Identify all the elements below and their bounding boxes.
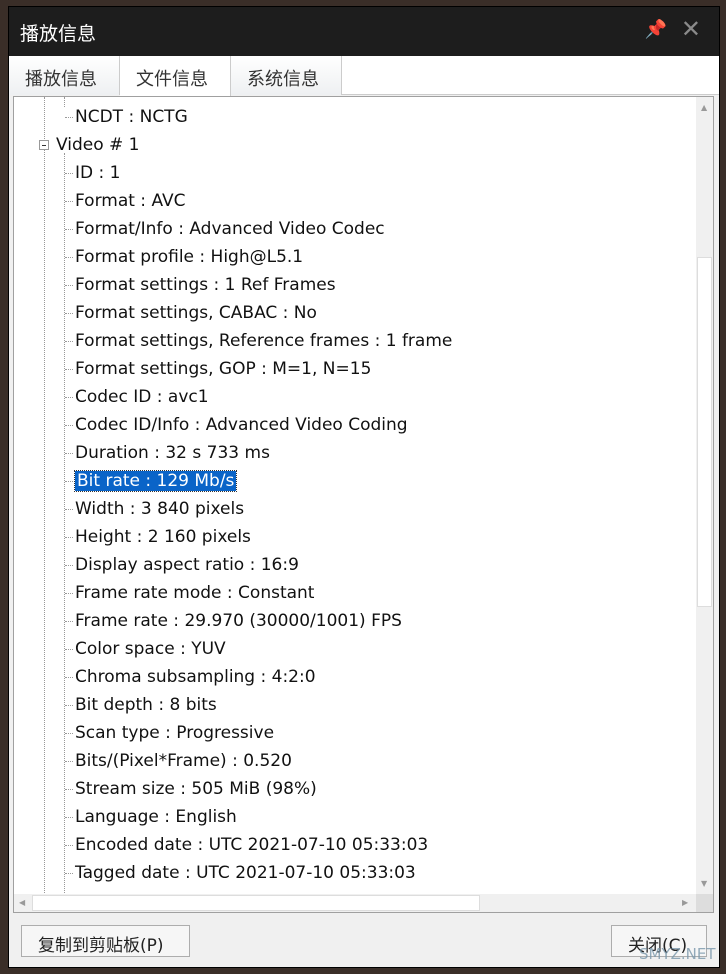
media-info-dialog: 播放信息 📌 ✕ 播放信息 文件信息 系统信息 NCDT : NCTG Vide… bbox=[8, 6, 720, 968]
scroll-right-icon[interactable]: ▶ bbox=[682, 898, 688, 907]
tree-item[interactable]: ID : 1 bbox=[75, 160, 120, 186]
tree-item[interactable]: Frame rate mode : Constant bbox=[75, 580, 314, 606]
tree-item-label: Format settings, CABAC : No bbox=[75, 303, 317, 323]
horizontal-scrollbar[interactable]: ◀ ▶ bbox=[14, 894, 698, 912]
tree-item-label: Tagged date : UTC 2021-07-10 05:33:03 bbox=[75, 863, 416, 883]
tree-item[interactable]: Bit rate : 129 Mb/s bbox=[73, 468, 238, 494]
scroll-left-icon[interactable]: ◀ bbox=[19, 898, 25, 907]
tree-item-label: Frame rate mode : Constant bbox=[75, 583, 315, 603]
tree-item[interactable]: Encoded date : UTC 2021-07-10 05:33:03 bbox=[75, 832, 428, 858]
tree-item[interactable]: NCDT : NCTG bbox=[75, 104, 188, 130]
scroll-down-icon[interactable]: ▼ bbox=[701, 879, 707, 888]
tree-item-label: Color space : YUV bbox=[75, 639, 226, 659]
tree-item[interactable]: Stream size : 505 MiB (98%) bbox=[75, 776, 317, 802]
tree-item-label: Bit rate : 129 Mb/s bbox=[73, 470, 238, 492]
pin-icon[interactable]: 📌 bbox=[645, 19, 667, 40]
tree-item-label: Format profile : High@L5.1 bbox=[75, 247, 304, 267]
tree-item[interactable]: Scan type : Progressive bbox=[75, 720, 274, 746]
tree-item-label: Frame rate : 29.970 (30000/1001) FPS bbox=[75, 611, 402, 631]
title-bar: 播放信息 📌 ✕ bbox=[9, 7, 719, 56]
tree-item-label: Width : 3 840 pixels bbox=[75, 499, 245, 519]
tree-item[interactable]: Duration : 32 s 733 ms bbox=[75, 440, 270, 466]
close-icon[interactable]: ✕ bbox=[681, 15, 701, 43]
tree-item-label: Chroma subsampling : 4:2:0 bbox=[75, 667, 316, 687]
horizontal-scroll-thumb[interactable] bbox=[32, 895, 480, 911]
tree-item[interactable]: Format : AVC bbox=[75, 188, 185, 214]
tree-item[interactable]: Height : 2 160 pixels bbox=[75, 524, 251, 550]
tree-item[interactable]: Codec ID/Info : Advanced Video Coding bbox=[75, 412, 408, 438]
tree-item-label: Format settings : 1 Ref Frames bbox=[75, 275, 336, 295]
tree-item-label: Format : AVC bbox=[75, 191, 186, 211]
tree-item-label: Format settings, GOP : M=1, N=15 bbox=[75, 359, 372, 379]
scroll-corner bbox=[696, 894, 713, 912]
tab-file-info[interactable]: 文件信息 bbox=[120, 56, 231, 96]
tree-item-label: Bits/(Pixel*Frame) : 0.520 bbox=[75, 751, 292, 771]
tree-item-label: Format settings, Reference frames : 1 fr… bbox=[75, 331, 453, 351]
tree-item-label: Format/Info : Advanced Video Codec bbox=[75, 219, 385, 239]
tree-item[interactable]: Format settings : 1 Ref Frames bbox=[75, 272, 336, 298]
collapse-icon[interactable] bbox=[39, 140, 49, 150]
tab-playback-info[interactable]: 播放信息 bbox=[9, 56, 120, 95]
tree-item[interactable]: Format profile : High@L5.1 bbox=[75, 244, 303, 270]
info-tree[interactable]: NCDT : NCTG Video # 1 ID : 1 Format : AVC… bbox=[13, 96, 714, 913]
tree-item-label: Duration : 32 s 733 ms bbox=[75, 443, 270, 463]
tree-item[interactable]: Codec ID : avc1 bbox=[75, 384, 209, 410]
scroll-up-icon[interactable]: ▲ bbox=[701, 103, 707, 112]
tree-item[interactable]: Language : English bbox=[75, 804, 237, 830]
tree-item[interactable]: Tagged date : UTC 2021-07-10 05:33:03 bbox=[75, 860, 416, 886]
tree-item-label: Stream size : 505 MiB (98%) bbox=[75, 779, 317, 799]
tree-item-label: Bit depth : 8 bits bbox=[75, 695, 217, 715]
tree-item-label: ID : 1 bbox=[75, 163, 121, 183]
tree-item-label: Codec ID/Info : Advanced Video Coding bbox=[75, 415, 408, 435]
tree-item-label: Height : 2 160 pixels bbox=[75, 527, 251, 547]
tree-item[interactable]: Format settings, CABAC : No bbox=[75, 300, 317, 326]
tree-item-label: Encoded date : UTC 2021-07-10 05:33:03 bbox=[75, 835, 429, 855]
tree-group-video[interactable]: Video # 1 bbox=[56, 132, 140, 158]
tree-item[interactable]: Display aspect ratio : 16:9 bbox=[75, 552, 299, 578]
tree-item-label: Display aspect ratio : 16:9 bbox=[75, 555, 299, 575]
tree-item[interactable]: Frame rate : 29.970 (30000/1001) FPS bbox=[75, 608, 402, 634]
window-title: 播放信息 bbox=[20, 23, 97, 45]
tree-item[interactable]: Color space : YUV bbox=[75, 636, 226, 662]
watermark: SMYZ.NET bbox=[639, 945, 716, 963]
vertical-scroll-thumb[interactable] bbox=[697, 257, 712, 607]
tree-item[interactable]: Width : 3 840 pixels bbox=[75, 496, 244, 522]
tab-system-info[interactable]: 系统信息 bbox=[231, 56, 342, 95]
tab-bar: 播放信息 文件信息 系统信息 bbox=[9, 56, 719, 96]
tree-item-label: Language : English bbox=[75, 807, 237, 827]
copy-to-clipboard-button[interactable]: 复制到剪贴板(P) bbox=[21, 925, 190, 957]
tree-item[interactable]: Bits/(Pixel*Frame) : 0.520 bbox=[75, 748, 292, 774]
tree-item[interactable]: Chroma subsampling : 4:2:0 bbox=[75, 664, 316, 690]
tree-item[interactable]: Format settings, Reference frames : 1 fr… bbox=[75, 328, 452, 354]
tree-item[interactable]: Format settings, GOP : M=1, N=15 bbox=[75, 356, 371, 382]
tree-item-label: Scan type : Progressive bbox=[75, 723, 275, 743]
vertical-scrollbar[interactable]: ▲ ▼ bbox=[696, 97, 713, 895]
tree-item-label: Codec ID : avc1 bbox=[75, 387, 209, 407]
tree-item[interactable]: Bit depth : 8 bits bbox=[75, 692, 217, 718]
tree-item[interactable]: Format/Info : Advanced Video Codec bbox=[75, 216, 385, 242]
